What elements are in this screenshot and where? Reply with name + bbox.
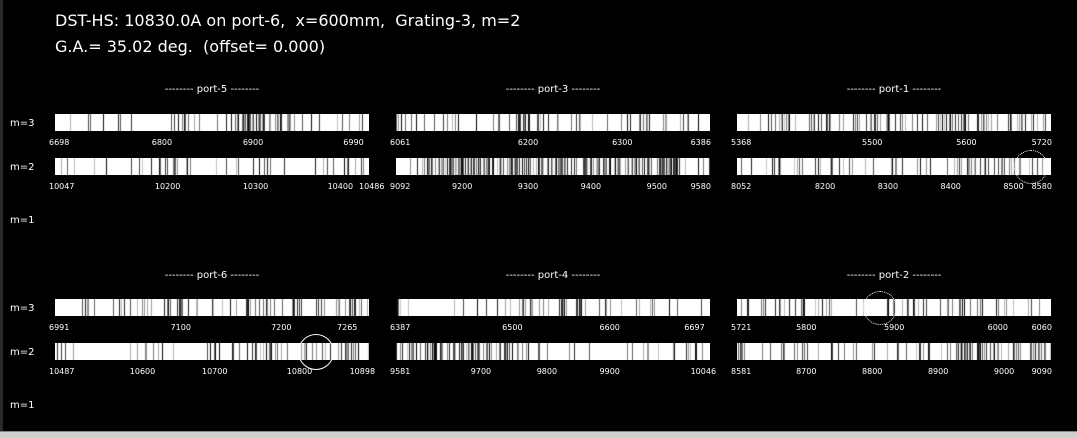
tick-label: 6698 [49,138,70,147]
order-label-m3: m=3 [10,118,35,129]
spectrum-strip-m3 [396,114,710,131]
tick-label: 8052 [731,182,752,191]
tick-label: 7100 [170,323,191,332]
tick-label: 10700 [202,367,228,376]
tick-label: 5800 [796,323,817,332]
tick-label: 8900 [927,367,949,376]
port-title: -------- port-3 -------- [505,84,601,95]
tick-label: 10047 [49,182,75,191]
spectrum-strip-m3 [55,114,369,131]
tick-label: 8581 [731,367,752,376]
tick-label: 9700 [470,367,492,376]
tick-label: 6060 [1031,323,1052,332]
tick-label: 10400 [327,182,354,191]
tick-label: 8500 [1003,182,1024,191]
tick-label: 6990 [343,138,364,147]
spectrum-strip-m3 [55,299,369,316]
tick-label: 9580 [690,182,711,191]
tick-label: 6200 [517,138,539,147]
header-line-2: G.A.= 35.02 deg. (offset= 0.000) [55,37,326,56]
tick-label: 10200 [154,182,181,191]
order-label-m2: m=2 [10,162,35,173]
ghost-line-marker [863,291,897,325]
order-label-m1: m=1 [10,400,35,411]
tick-label: 9200 [451,182,473,191]
tick-label: 9000 [993,367,1015,376]
spectrum-strip-m3 [396,299,710,316]
tick-label: 8400 [940,182,961,191]
tick-label: 10600 [129,367,156,376]
header-line-1: DST-HS: 10830.0A on port-6, x=600mm, Gra… [55,11,521,30]
tick-label: 9581 [390,367,411,376]
tick-label: 9800 [536,367,558,376]
tick-label: 6900 [242,138,264,147]
tick-label: 10486 [359,182,385,191]
tick-label: 6697 [684,323,705,332]
tick-label: 9900 [599,367,620,376]
tick-label: 6991 [49,323,70,332]
spectrum-display: DST-HS: 10830.0A on port-6, x=600mm, Gra… [0,0,1077,438]
window-bottom-edge [0,431,1077,438]
order-label-m2: m=2 [10,347,35,358]
tick-label: 9300 [517,182,539,191]
tick-label: 6387 [390,323,411,332]
tick-label: 5720 [1031,138,1052,147]
tick-label: 10300 [242,182,269,191]
tick-label: 6500 [502,323,523,332]
tick-label: 8200 [814,182,836,191]
spectrum-strip-m2 [737,158,1051,175]
tick-label: 5368 [731,138,752,147]
tick-label: 9400 [580,182,602,191]
tick-label: 6000 [987,323,1008,332]
port-title: -------- port-4 -------- [505,270,601,281]
tick-label: 7200 [271,323,292,332]
tick-label: 8800 [862,367,883,376]
tick-label: 6386 [690,138,711,147]
tick-label: 6061 [390,138,411,147]
spectrum-strip-m2 [55,158,369,175]
port-title: -------- port-5 -------- [164,84,260,95]
tick-label: 8700 [796,367,817,376]
order-label-m3: m=3 [10,303,35,314]
tick-label: 9500 [646,182,667,191]
port-title: -------- port-6 -------- [164,270,260,281]
window-left-edge [0,0,3,438]
order-label-m1: m=1 [10,215,35,226]
ghost-line-marker [1014,150,1048,184]
tick-label: 6300 [612,138,633,147]
tick-label: 10898 [349,367,376,376]
tick-label: 5600 [956,138,977,147]
tick-label: 6800 [151,138,173,147]
tick-label: 5500 [862,138,883,147]
tick-label: 10487 [49,367,75,376]
tick-label: 9092 [390,182,411,191]
tick-label: 9090 [1031,367,1052,376]
spectrum-strip-m2 [737,343,1051,360]
target-line-marker [298,334,334,370]
tick-label: 10046 [690,367,717,376]
port-title: -------- port-1 -------- [846,84,942,95]
tick-label: 6600 [599,323,620,332]
spectrum-strip-m2 [396,343,710,360]
tick-label: 7265 [337,323,358,332]
port-title: -------- port-2 -------- [846,270,942,281]
spectrum-strip-m3 [737,114,1051,131]
spectrum-strip-m2 [396,158,710,175]
tick-label: 5900 [884,323,905,332]
tick-label: 8300 [877,182,899,191]
tick-label: 5721 [731,323,752,332]
